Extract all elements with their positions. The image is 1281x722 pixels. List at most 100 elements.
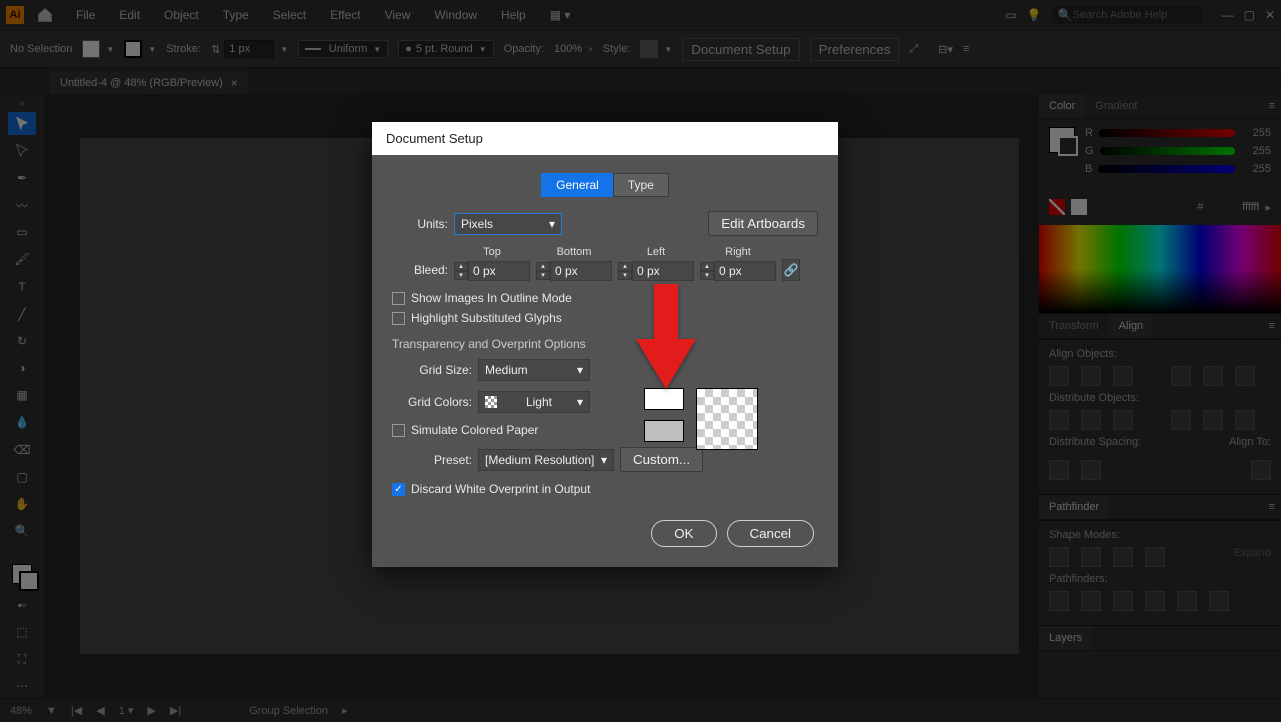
- preset-select[interactable]: [Medium Resolution]▾: [478, 449, 614, 471]
- minus-back-icon[interactable]: [1209, 591, 1229, 611]
- dist-vspace-icon[interactable]: [1049, 460, 1069, 480]
- layers-tab[interactable]: Layers: [1039, 626, 1092, 650]
- intersect-icon[interactable]: [1113, 547, 1133, 567]
- style-swatch[interactable]: [640, 40, 658, 58]
- align-bottom-icon[interactable]: [1235, 366, 1255, 386]
- dist-vcenter-icon[interactable]: [1081, 410, 1101, 430]
- direct-selection-tool[interactable]: [8, 139, 36, 162]
- eraser-tool[interactable]: ⌫: [8, 438, 36, 461]
- hand-tool[interactable]: ✋: [8, 492, 36, 515]
- align-hcenter-icon[interactable]: [1081, 366, 1101, 386]
- fill-swatch[interactable]: [82, 40, 100, 58]
- color-mode-icons[interactable]: ▪▫: [8, 593, 36, 616]
- type-tool[interactable]: T: [8, 275, 36, 298]
- rectangle-tool[interactable]: ▭: [8, 221, 36, 244]
- grid-colors-select[interactable]: Light▾: [478, 391, 590, 413]
- dist-left-icon[interactable]: [1171, 410, 1191, 430]
- minimize-icon[interactable]: —: [1222, 8, 1234, 22]
- align-top-icon[interactable]: [1171, 366, 1191, 386]
- crop-icon[interactable]: [1145, 591, 1165, 611]
- edit-toolbar-icon[interactable]: ⋯: [8, 675, 36, 698]
- align-to-icon[interactable]: [1251, 460, 1271, 480]
- overflow-icon[interactable]: ≡: [963, 43, 969, 55]
- document-tab[interactable]: Untitled-4 @ 48% (RGB/Preview) ×: [50, 71, 248, 94]
- nav-last-icon[interactable]: ▶|: [170, 704, 181, 717]
- none-color-icon[interactable]: [1049, 199, 1065, 215]
- pen-tool[interactable]: ✒: [8, 166, 36, 189]
- align-icon[interactable]: ⊟▾: [938, 43, 953, 56]
- draw-mode-icon[interactable]: ⬚: [8, 621, 36, 644]
- divide-icon[interactable]: [1049, 591, 1069, 611]
- home-icon[interactable]: [36, 6, 54, 24]
- close-icon[interactable]: ✕: [1265, 8, 1275, 22]
- curvature-tool[interactable]: 〰: [8, 194, 36, 217]
- selection-tool[interactable]: [8, 112, 36, 135]
- fill-stroke-swatch[interactable]: [8, 558, 36, 589]
- tips-icon[interactable]: 💡: [1027, 8, 1042, 22]
- maximize-icon[interactable]: ▢: [1244, 8, 1255, 22]
- gradient-tool[interactable]: ▦: [8, 384, 36, 407]
- transform-icon[interactable]: ⤢: [909, 43, 918, 56]
- stroke-weight-input[interactable]: [224, 40, 274, 58]
- discard-white-checkbox[interactable]: ✓Discard White Overprint in Output: [392, 482, 818, 496]
- link-bleed-icon[interactable]: 🔗: [782, 259, 800, 281]
- edit-artboards-button[interactable]: Edit Artboards: [708, 211, 818, 236]
- trim-icon[interactable]: [1081, 591, 1101, 611]
- stroke-stepper[interactable]: ⇅: [211, 43, 220, 56]
- bleed-right-stepper[interactable]: ▴▾: [700, 262, 714, 280]
- tab-general[interactable]: General: [541, 173, 613, 197]
- bleed-left-input[interactable]: [632, 261, 694, 281]
- bleed-top-stepper[interactable]: ▴▾: [454, 262, 468, 280]
- artboard-num[interactable]: 1 ▾: [119, 704, 134, 717]
- dist-right-icon[interactable]: [1235, 410, 1255, 430]
- menu-file[interactable]: File: [66, 4, 105, 26]
- menu-select[interactable]: Select: [263, 4, 316, 26]
- dist-bottom-icon[interactable]: [1113, 410, 1133, 430]
- menu-edit[interactable]: Edit: [109, 4, 150, 26]
- shape-builder-tool[interactable]: ◑: [8, 357, 36, 380]
- b-slider[interactable]: [1098, 165, 1235, 173]
- highlight-glyphs-checkbox[interactable]: Highlight Substituted Glyphs: [392, 311, 818, 325]
- screen-mode-icon[interactable]: ⛶: [8, 648, 36, 671]
- preferences-button[interactable]: Preferences: [810, 38, 900, 61]
- white-swatch[interactable]: [1071, 199, 1087, 215]
- outline-icon[interactable]: [1177, 591, 1197, 611]
- transform-tab[interactable]: Transform: [1039, 314, 1109, 338]
- exclude-icon[interactable]: [1145, 547, 1165, 567]
- arrange-docs-icon[interactable]: ▭: [1005, 8, 1016, 22]
- grid-color-dark-swatch[interactable]: [644, 420, 684, 442]
- fill-stroke-mini[interactable]: [1049, 127, 1075, 153]
- color-tab[interactable]: Color: [1039, 94, 1085, 118]
- hex-input[interactable]: [1209, 201, 1259, 213]
- eyedropper-tool[interactable]: 💧: [8, 411, 36, 434]
- r-slider[interactable]: [1099, 129, 1235, 137]
- tab-close-icon[interactable]: ×: [231, 76, 238, 90]
- nav-first-icon[interactable]: |◀: [71, 704, 82, 717]
- rotate-tool[interactable]: ↻: [8, 329, 36, 352]
- bleed-left-stepper[interactable]: ▴▾: [618, 262, 632, 280]
- unite-icon[interactable]: [1049, 547, 1069, 567]
- help-search-input[interactable]: [1073, 9, 1196, 21]
- g-slider[interactable]: [1100, 147, 1235, 155]
- artboard-tool[interactable]: ▢: [8, 465, 36, 488]
- panel-menu-icon[interactable]: ≡: [1263, 94, 1281, 118]
- ok-button[interactable]: OK: [651, 520, 716, 547]
- merge-icon[interactable]: [1113, 591, 1133, 611]
- minus-front-icon[interactable]: [1081, 547, 1101, 567]
- line-tool[interactable]: ╱: [8, 302, 36, 325]
- align-vcenter-icon[interactable]: [1203, 366, 1223, 386]
- tab-type[interactable]: Type: [613, 173, 669, 197]
- hex-menu-icon[interactable]: ▸: [1265, 201, 1271, 214]
- menu-window[interactable]: Window: [424, 4, 487, 26]
- panel-menu-icon[interactable]: ≡: [1263, 495, 1281, 519]
- custom-button[interactable]: Custom...: [620, 447, 703, 472]
- menu-view[interactable]: View: [375, 4, 421, 26]
- profile-select[interactable]: Uniform▼: [298, 40, 388, 58]
- nav-next-icon[interactable]: ▶: [147, 704, 155, 717]
- workspace-switcher-icon[interactable]: ▦ ▾: [550, 8, 571, 22]
- bleed-right-input[interactable]: [714, 261, 776, 281]
- menu-effect[interactable]: Effect: [320, 4, 370, 26]
- menu-type[interactable]: Type: [213, 4, 259, 26]
- grid-size-select[interactable]: Medium▾: [478, 359, 590, 381]
- dist-hcenter-icon[interactable]: [1203, 410, 1223, 430]
